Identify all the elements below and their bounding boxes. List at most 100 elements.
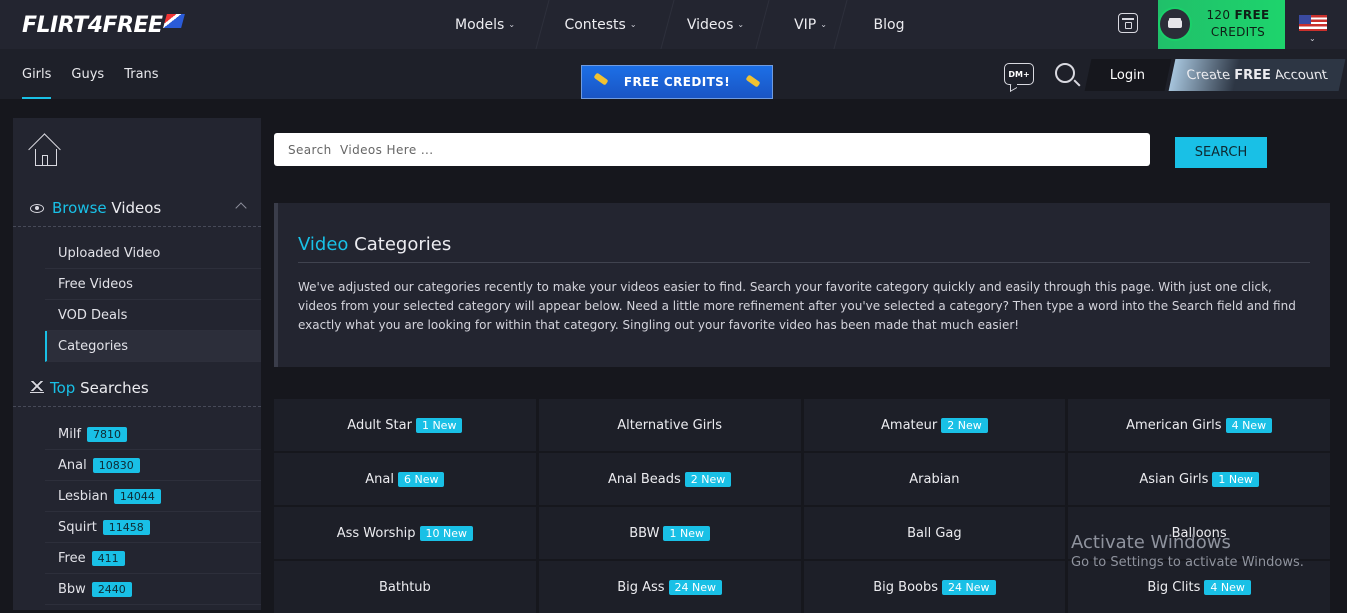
category-tile[interactable]: Alternative Girls	[538, 399, 801, 451]
site-logo[interactable]: Flirt4Free	[22, 10, 185, 40]
category-name: Alternative Girls	[617, 417, 723, 433]
tab-guys[interactable]: Guys	[71, 49, 104, 99]
credits-coin-icon	[1158, 7, 1192, 41]
credits-label: CREDITS	[1210, 25, 1266, 39]
top-search-item[interactable]: Free 411	[45, 543, 261, 574]
category-tile[interactable]: BBW 1 New	[538, 507, 801, 559]
top-searches-list: Milf 7810 Anal 10830 Lesbian 14044 Squir…	[45, 419, 261, 605]
category-name: Asian Girls	[1139, 471, 1209, 487]
search-count-badge: 10830	[92, 457, 140, 473]
free-credits-banner[interactable]: FREE CREDITS!	[581, 65, 773, 99]
browse-accent: Browse	[52, 199, 107, 217]
top-search-item[interactable]: Anal 10830	[45, 450, 261, 481]
top-search-item[interactable]: Squirt 11458	[45, 512, 261, 543]
browse-videos-heading[interactable]: Browse Videos	[13, 198, 261, 218]
new-count-badge: 1 New	[1212, 471, 1259, 487]
chevron-down-icon[interactable]: ⌄	[1309, 34, 1316, 43]
credits-button[interactable]: 120 FREE CREDITS	[1158, 0, 1285, 49]
eye-icon	[30, 203, 44, 213]
login-label: Login	[1110, 67, 1146, 83]
category-name: Balloons	[1171, 525, 1227, 541]
search-count-badge: 2440	[91, 581, 132, 597]
dm-plus-icon[interactable]: DM+	[1004, 63, 1034, 85]
nav-vip-label: VIP	[794, 16, 817, 33]
free-credits-label: FREE CREDITS!	[623, 75, 731, 89]
top-search-label: Bbw	[58, 581, 86, 597]
coin-icon	[745, 74, 761, 88]
new-count-badge: 6 New	[397, 471, 445, 487]
create-account-label: Create FREE Account	[1185, 68, 1329, 83]
category-name: Bathtub	[378, 579, 431, 595]
nav-models[interactable]: Models ⌄	[432, 0, 538, 49]
category-tile[interactable]: Balloons	[1068, 507, 1330, 559]
top-searches-heading: Top Searches	[13, 378, 261, 398]
new-count-badge: 4 New	[1225, 417, 1273, 433]
category-tile[interactable]: Ass Worship 10 New	[274, 507, 536, 559]
top-search-item[interactable]: Lesbian 14044	[45, 481, 261, 512]
nav-blog-label: Blog	[873, 16, 905, 33]
browse-list: Uploaded Video Free Videos VOD Deals Cat…	[45, 238, 261, 362]
category-tile[interactable]: Adult Star 1 New	[274, 399, 536, 451]
home-icon[interactable]	[29, 136, 61, 166]
sidebar-item-vod-deals[interactable]: VOD Deals	[45, 300, 261, 331]
coin-icon	[593, 72, 609, 86]
top-search-item[interactable]: Bbw 2440	[45, 574, 261, 605]
create-account-button[interactable]: Create FREE Account	[1168, 59, 1346, 91]
top-search-label: Milf	[58, 426, 82, 442]
category-tile[interactable]: Amateur 2 New	[803, 399, 1066, 451]
category-name: American Girls	[1126, 417, 1222, 433]
category-tile[interactable]: Big Ass 24 New	[538, 561, 801, 613]
us-flag-icon[interactable]	[1299, 15, 1327, 31]
divider	[13, 406, 261, 407]
tab-girls[interactable]: Girls	[22, 49, 52, 99]
nav-videos[interactable]: Videos ⌄	[663, 0, 768, 49]
divider	[298, 262, 1310, 263]
browse-rest: Videos	[111, 199, 162, 217]
tab-trans[interactable]: Trans	[124, 49, 158, 99]
sub-bar: Girls Guys Trans FREE CREDITS! DM+ Login…	[0, 49, 1347, 99]
crown-icon	[30, 381, 44, 393]
top-bar: Flirt4Free Models ⌄ Contests ⌄ Videos ⌄ VIP…	[0, 0, 1347, 49]
divider	[13, 226, 261, 227]
nav-contests[interactable]: Contests ⌄	[538, 0, 663, 49]
category-tile[interactable]: Bathtub	[274, 561, 536, 613]
category-tile[interactable]: Big Clits 4 New	[1068, 561, 1330, 613]
search-count-badge: 11458	[102, 519, 150, 535]
chevron-down-icon: ⌄	[737, 20, 745, 29]
category-tile[interactable]: Arabian	[803, 453, 1066, 505]
category-tile[interactable]: Ball Gag	[803, 507, 1066, 559]
top-search-label: Squirt	[58, 519, 97, 535]
calendar-icon[interactable]	[1118, 13, 1138, 33]
sidebar-item-categories[interactable]: Categories	[45, 331, 261, 362]
category-tile[interactable]: Anal 6 New	[274, 453, 536, 505]
category-tile[interactable]: Asian Girls 1 New	[1068, 453, 1330, 505]
search-count-badge: 411	[91, 550, 125, 566]
sidebar-item-free-videos[interactable]: Free Videos	[45, 269, 261, 300]
chevron-up-icon[interactable]	[235, 202, 247, 214]
search-count-badge: 7810	[87, 426, 128, 442]
category-tile[interactable]: Big Boobs 24 New	[803, 561, 1066, 613]
title-rest: Categories	[354, 234, 452, 255]
sidebar-item-uploaded-video[interactable]: Uploaded Video	[45, 238, 261, 269]
page-title: Video Categories	[298, 234, 451, 255]
new-count-badge: 2 New	[684, 471, 732, 487]
category-tile[interactable]: American Girls 4 New	[1068, 399, 1330, 451]
category-name: BBW	[629, 525, 660, 541]
search-button[interactable]: SEARCH	[1175, 137, 1267, 168]
login-button[interactable]: Login	[1084, 59, 1172, 91]
chevron-down-icon: ⌄	[629, 20, 637, 29]
nav-videos-label: Videos	[686, 16, 734, 33]
nav-blog[interactable]: Blog	[853, 0, 925, 49]
category-name: Adult Star	[347, 417, 412, 433]
category-name: Anal Beads	[607, 471, 681, 487]
video-search-input[interactable]	[274, 133, 1150, 166]
search-count-badge: 14044	[113, 488, 161, 504]
top-search-label: Anal	[58, 457, 87, 473]
top-search-item[interactable]: Milf 7810	[45, 419, 261, 450]
new-count-badge: 24 New	[668, 579, 723, 595]
main-nav: Models ⌄ Contests ⌄ Videos ⌄ VIP ⌄ Blog	[432, 0, 925, 49]
search-icon[interactable]	[1055, 63, 1075, 83]
nav-contests-label: Contests	[564, 16, 626, 33]
category-name: Ass Worship	[336, 525, 416, 541]
category-tile[interactable]: Anal Beads 2 New	[538, 453, 801, 505]
